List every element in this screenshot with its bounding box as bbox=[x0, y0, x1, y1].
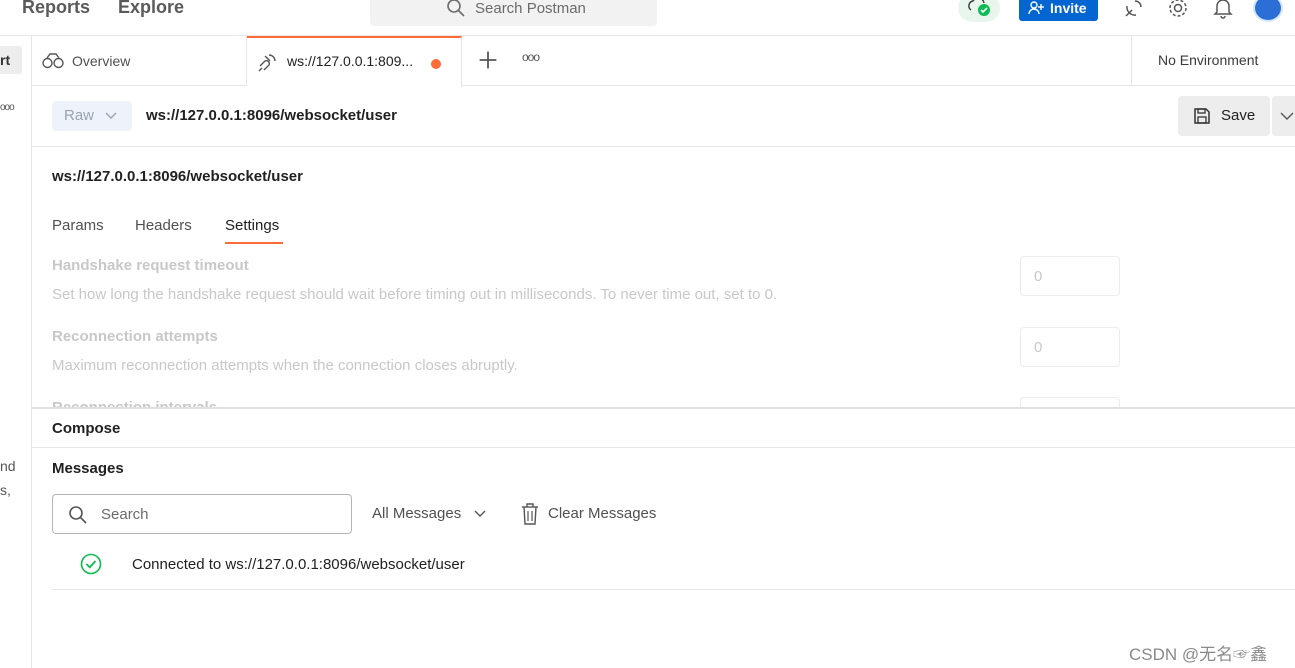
chevron-down-icon bbox=[105, 112, 117, 119]
messages-search-placeholder: Search bbox=[101, 506, 149, 523]
message-mode-select[interactable]: Raw bbox=[52, 101, 132, 131]
sidebar-import-button[interactable]: rt bbox=[0, 46, 22, 74]
sync-status[interactable] bbox=[958, 0, 1000, 22]
save-options-button[interactable] bbox=[1272, 96, 1295, 136]
chevron-down-icon bbox=[1280, 112, 1294, 120]
pane-divider[interactable] bbox=[32, 407, 1295, 409]
tab-websocket-label: ws://127.0.0.1:809... bbox=[287, 53, 414, 69]
avatar[interactable] bbox=[1253, 0, 1283, 22]
search-icon bbox=[447, 0, 465, 17]
search-icon bbox=[69, 506, 87, 524]
gear-icon[interactable] bbox=[1167, 0, 1189, 19]
nav-explore[interactable]: Explore bbox=[118, 0, 184, 18]
setting-title: Reconnection attempts bbox=[52, 328, 218, 345]
settings-scroll-clip: Reconnection intervals bbox=[32, 395, 1295, 407]
sidebar-text-fragment: nd bbox=[0, 458, 16, 474]
tab-overview[interactable]: Overview bbox=[32, 36, 247, 86]
messages-filter-label: All Messages bbox=[372, 505, 462, 522]
global-search-placeholder: Search Postman bbox=[475, 0, 586, 17]
nav-reports[interactable]: Reports bbox=[22, 0, 90, 18]
message-mode-label: Raw bbox=[64, 107, 95, 124]
new-tab-plus-icon[interactable] bbox=[476, 48, 500, 72]
top-header: Reports Explore Search Postman Invite bbox=[0, 0, 1295, 36]
invite-label: Invite bbox=[1050, 0, 1087, 16]
tabs-more-icon[interactable]: ooo bbox=[522, 50, 540, 64]
binoculars-icon bbox=[42, 53, 64, 69]
save-label: Save bbox=[1221, 107, 1256, 124]
handshake-timeout-input[interactable]: 0 bbox=[1020, 256, 1120, 296]
bell-icon[interactable] bbox=[1213, 0, 1233, 19]
satellite-icon[interactable] bbox=[1123, 0, 1145, 19]
setting-title: Handshake request timeout bbox=[52, 257, 249, 274]
save-disk-icon bbox=[1194, 108, 1210, 124]
add-user-icon bbox=[1028, 1, 1044, 15]
invite-button[interactable]: Invite bbox=[1019, 0, 1098, 21]
message-row[interactable]: Connected to ws://127.0.0.1:8096/websock… bbox=[52, 544, 1295, 590]
setting-value: 0 bbox=[1034, 339, 1043, 356]
active-tab-indicator bbox=[225, 242, 283, 244]
websocket-icon bbox=[258, 54, 276, 72]
environment-selector[interactable]: No Environment bbox=[1131, 36, 1295, 86]
setting-description: Maximum reconnection attempts when the c… bbox=[52, 357, 518, 374]
reconnection-intervals-input[interactable] bbox=[1020, 397, 1120, 407]
tab-overview-label: Overview bbox=[72, 53, 131, 69]
messages-search-input[interactable]: Search bbox=[52, 494, 352, 534]
tab-params[interactable]: Params bbox=[52, 217, 104, 234]
sidebar-text-fragment: s, bbox=[0, 482, 11, 498]
global-search[interactable]: Search Postman bbox=[370, 0, 657, 26]
setting-title: Reconnection intervals bbox=[52, 399, 217, 407]
divider bbox=[32, 447, 1295, 448]
chevron-down-icon bbox=[474, 510, 486, 517]
tab-headers[interactable]: Headers bbox=[135, 217, 192, 234]
setting-description: Set how long the handshake request shoul… bbox=[52, 286, 778, 303]
tab-bar: Overview ws://127.0.0.1:809... ooo No En… bbox=[32, 36, 1295, 87]
cloud-sync-icon bbox=[968, 0, 990, 16]
watermark: CSDN @无名☞鑫 bbox=[1129, 645, 1268, 664]
url-bar: Raw ws://127.0.0.1:8096/websocket/user S… bbox=[32, 86, 1295, 147]
left-sidebar: rt ooo nd s, bbox=[0, 36, 32, 668]
clear-messages-label: Clear Messages bbox=[548, 505, 657, 522]
messages-header: Messages bbox=[52, 460, 124, 477]
tab-settings[interactable]: Settings bbox=[225, 217, 279, 234]
request-name[interactable]: ws://127.0.0.1:8096/websocket/user bbox=[52, 168, 303, 185]
environment-label: No Environment bbox=[1158, 52, 1259, 68]
setting-value: 0 bbox=[1034, 268, 1043, 285]
compose-header[interactable]: Compose bbox=[52, 420, 120, 437]
url-input[interactable]: ws://127.0.0.1:8096/websocket/user bbox=[146, 107, 397, 124]
trash-icon bbox=[522, 503, 538, 525]
reconnection-attempts-input[interactable]: 0 bbox=[1020, 327, 1120, 367]
save-button[interactable]: Save bbox=[1178, 96, 1270, 136]
sidebar-button-label: rt bbox=[0, 52, 11, 68]
unsaved-indicator bbox=[431, 59, 441, 69]
message-text: Connected to ws://127.0.0.1:8096/websock… bbox=[132, 556, 465, 573]
tab-websocket-request[interactable]: ws://127.0.0.1:809... bbox=[247, 36, 462, 87]
messages-filter-dropdown[interactable]: All Messages bbox=[372, 505, 486, 522]
check-circle-icon bbox=[80, 553, 102, 575]
sidebar-more-icon[interactable]: ooo bbox=[0, 102, 15, 113]
